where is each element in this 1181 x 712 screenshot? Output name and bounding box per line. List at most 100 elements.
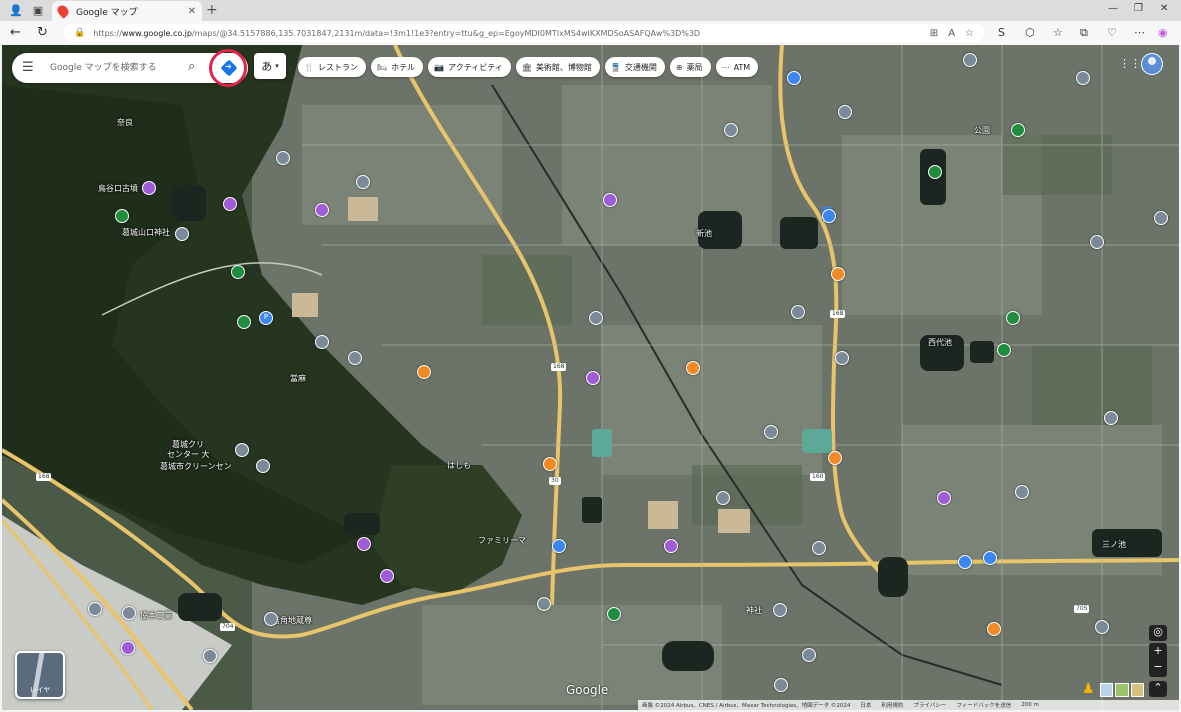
park-pin-icon[interactable] [237,315,251,329]
restaurant-pin-icon[interactable] [686,361,700,375]
place-pin-icon[interactable] [1090,235,1104,249]
place-pin-icon[interactable] [764,425,778,439]
restaurant-pin-icon[interactable] [831,267,845,281]
refresh-icon[interactable]: ↻ [37,25,48,40]
region-link[interactable]: 日本 [860,701,871,709]
restaurant-pin-icon[interactable] [543,457,557,471]
temple-pin-icon[interactable] [121,641,135,655]
shopping-pin-icon[interactable] [552,539,566,553]
place-pin-icon[interactable] [256,459,270,473]
minimize-icon[interactable]: — [1108,3,1118,14]
chip-restaurant[interactable]: 🍴 レストラン [298,57,366,77]
park-pin-icon[interactable] [997,343,1011,357]
chip-hotel[interactable]: 🛏 ホテル [370,57,424,77]
chip-pharmacy[interactable]: ⊕ 薬局 [669,57,711,77]
menu-icon[interactable]: ☰ [22,60,34,75]
place-pin-icon[interactable] [1095,620,1109,634]
imagery-thumb[interactable] [1100,683,1114,697]
satellite-map[interactable]: 新池 西代池 葛城クリ センター 大 葛城市クリーンセン はしも ファミリーマ … [2,45,1179,710]
restaurant-pin-icon[interactable] [417,365,431,379]
search-input[interactable] [50,60,180,76]
place-pin-icon[interactable] [1076,71,1090,85]
place-pin-icon[interactable] [537,597,551,611]
bus-pin-icon[interactable] [822,209,836,223]
zoom-in-button[interactable]: + [1149,643,1167,659]
terms-link[interactable]: 利用規約 [881,701,903,709]
place-pin-icon[interactable] [1015,485,1029,499]
park-pin-icon[interactable] [928,165,942,179]
collections-icon[interactable]: ⧉ [1080,26,1088,40]
feedback-link[interactable]: フィードバックを送信 [956,701,1011,709]
park-pin-icon[interactable] [1006,311,1020,325]
imagery-thumbnails[interactable] [1100,683,1144,697]
close-window-icon[interactable]: ✕ [1160,3,1168,14]
place-pin-icon[interactable] [276,151,290,165]
pegman-icon[interactable]: ♟ [1082,681,1095,697]
more-menu-icon[interactable]: ⋯ [1134,26,1145,39]
place-pin-icon[interactable] [235,443,249,457]
place-pin-icon[interactable] [838,105,852,119]
park-pin-icon[interactable] [607,607,621,621]
chip-activity[interactable]: 📷 アクティビティ [428,57,511,77]
app-available-icon[interactable]: ⊞ [930,28,938,39]
address-bar[interactable]: 🔒 https://www.google.co.jp/maps/@34.5157… [64,24,984,42]
place-pin-icon[interactable] [203,649,217,663]
park-pin-icon[interactable] [1011,123,1025,137]
temple-pin-icon[interactable] [357,537,371,551]
place-pin-icon[interactable] [802,648,816,662]
temple-pin-icon[interactable] [223,197,237,211]
place-pin-icon[interactable] [356,175,370,189]
temple-pin-icon[interactable] [603,193,617,207]
imagery-thumb[interactable] [1115,683,1129,697]
temple-pin-icon[interactable] [937,491,951,505]
place-pin-icon[interactable] [264,612,278,626]
restaurant-pin-icon[interactable] [828,451,842,465]
parking-pin-icon[interactable]: P [259,311,273,325]
chip-transit[interactable]: 🚆 交通機関 [604,57,665,77]
park-pin-icon[interactable] [231,265,245,279]
chip-museum[interactable]: 🏛 美術館、博物館 [515,57,600,77]
imagery-thumb[interactable] [1130,683,1144,697]
place-pin-icon[interactable] [716,491,730,505]
url-text[interactable]: https://www.google.co.jp/maps/@34.515788… [93,29,930,38]
park-pin-icon[interactable] [115,209,129,223]
privacy-link[interactable]: プライバシー [913,701,946,709]
tab-google-maps[interactable]: Google マップ ✕ [52,1,202,21]
read-aloud-icon[interactable]: A [948,28,955,39]
place-pin-icon[interactable] [791,305,805,319]
temple-pin-icon[interactable] [315,203,329,217]
temple-pin-icon[interactable] [586,371,600,385]
tab-actions-icon[interactable]: ▣ [30,3,46,19]
place-pin-icon[interactable] [122,606,136,620]
extension-s-icon[interactable]: S [998,26,1005,39]
shopping-pin-icon[interactable] [958,555,972,569]
place-pin-icon[interactable] [724,123,738,137]
place-pin-icon[interactable] [315,335,329,349]
shopping-pin-icon[interactable] [787,71,801,85]
place-pin-icon[interactable] [1104,411,1118,425]
restore-icon[interactable]: ❐ [1134,3,1143,14]
place-pin-icon[interactable] [1154,211,1168,225]
chip-atm[interactable]: ⋯ ATM [715,57,759,77]
place-pin-icon[interactable] [348,351,362,365]
temple-pin-icon[interactable] [142,181,156,195]
new-tab-icon[interactable]: + [206,2,218,18]
temple-pin-icon[interactable] [664,539,678,553]
expand-controls-button[interactable]: ⌃ [1149,681,1167,697]
lock-icon[interactable]: 🔒 [74,28,85,38]
close-tab-icon[interactable]: ✕ [188,6,196,17]
place-pin-icon[interactable] [812,541,826,555]
search-icon[interactable]: ⌕ [188,59,195,74]
my-location-button[interactable]: ◎ [1149,625,1167,641]
favorite-star-icon[interactable]: ☆ [965,28,974,39]
place-pin-icon[interactable] [774,678,788,692]
shopping-pin-icon[interactable] [983,551,997,565]
back-icon[interactable]: ← [10,25,21,40]
extension-icon[interactable]: ⬡ [1025,26,1035,39]
layer-toggle-button[interactable]: レイヤ [15,651,65,699]
browser-essentials-icon[interactable]: ♡ [1107,26,1117,39]
place-pin-icon[interactable] [589,311,603,325]
profile-icon[interactable]: 👤 [8,3,24,19]
zoom-out-button[interactable]: − [1149,659,1167,675]
ime-mode-button[interactable]: あ ▾ [254,53,286,79]
